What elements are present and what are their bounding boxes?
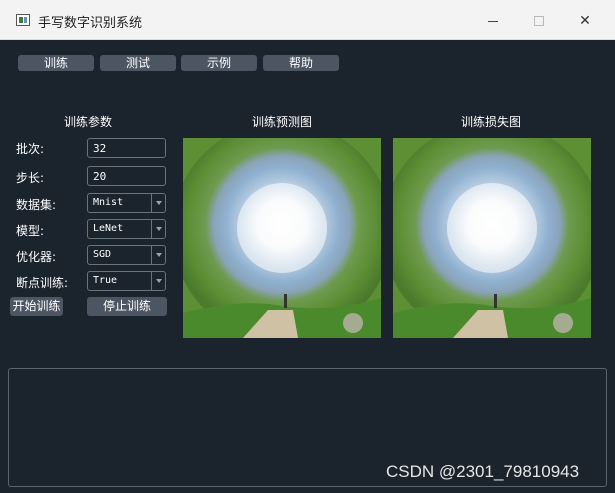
model-select-value: LeNet [93,223,124,234]
title-bar: 手写数字识别系统 ✕ [0,0,615,40]
dataset-label: 数据集: [16,198,57,212]
test-menu-button[interactable]: 测试 [100,55,176,71]
loss-image [393,138,591,338]
loss-panel-title: 训练损失图 [461,115,522,129]
resume-select[interactable]: True [87,271,166,291]
prediction-image [183,138,381,338]
model-label: 模型: [16,224,45,238]
maximize-button[interactable] [524,8,554,34]
maximize-icon [534,16,544,26]
train-menu-button[interactable]: 训练 [18,55,94,71]
batch-label: 批次: [16,142,45,156]
window-title: 手写数字识别系统 [38,16,143,31]
help-menu-button[interactable]: 帮助 [263,55,339,71]
start-training-button[interactable]: 开始训练 [10,297,63,316]
model-select[interactable]: LeNet [87,219,166,239]
params-title: 训练参数 [64,115,113,129]
minimize-icon [488,20,498,22]
chevron-down-icon[interactable] [151,272,165,290]
stop-training-button[interactable]: 停止训练 [87,297,167,316]
example-menu-button[interactable]: 示例 [181,55,257,71]
chevron-down-icon[interactable] [151,246,165,264]
dataset-select[interactable]: Mnist [87,193,166,213]
optimizer-select[interactable]: SGD [87,245,166,265]
resume-label: 断点训练: [16,276,69,290]
chevron-down-icon[interactable] [151,220,165,238]
minimize-button[interactable] [478,8,508,34]
batch-input[interactable]: 32 [87,138,166,158]
app-icon [16,14,30,26]
optimizer-select-value: SGD [93,249,112,260]
step-input[interactable]: 20 [87,166,166,186]
chevron-down-icon[interactable] [151,194,165,212]
resume-select-value: True [93,275,118,286]
optimizer-label: 优化器: [16,250,57,264]
close-button[interactable]: ✕ [570,8,600,34]
close-icon: ✕ [579,13,591,29]
prediction-panel-title: 训练预测图 [252,115,313,129]
step-label: 步长: [16,171,45,185]
watermark: CSDN @2301_79810943 [386,462,580,481]
dataset-select-value: Mnist [93,197,124,208]
